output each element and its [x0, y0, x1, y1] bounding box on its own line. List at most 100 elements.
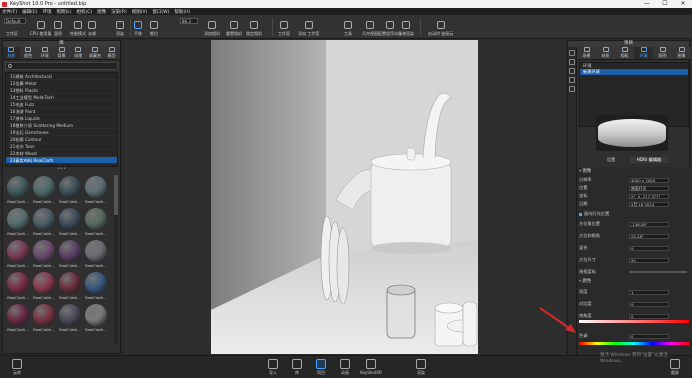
material-thumbnail[interactable]: RealCloth...	[31, 207, 57, 239]
material-thumbnail[interactable]: RealCloth...	[5, 175, 31, 207]
tab-textures[interactable]: 纹理	[70, 47, 87, 59]
menu-file[interactable]: 文件(F)	[2, 9, 17, 15]
hue-gradient[interactable]	[579, 341, 689, 345]
material-thumbnail[interactable]: RealCloth...	[31, 175, 57, 207]
tab-camera[interactable]: 相机	[615, 47, 634, 59]
hdri-preview[interactable]	[596, 115, 668, 151]
tree-item[interactable]: 19宝石 Gemstones	[6, 129, 117, 136]
tab-material[interactable]: 材质	[596, 47, 615, 59]
material-thumbnail[interactable]: RealCloth...	[57, 239, 83, 271]
prop-value[interactable]: 4000 x 2000	[629, 177, 669, 183]
tree-item[interactable]: 20轮廓 Contour	[6, 136, 117, 143]
menu-edit[interactable]: 编辑(E)	[22, 9, 37, 15]
tree-item[interactable]: 18散射介质 Scattering Medium	[6, 122, 117, 129]
tree-item[interactable]: 15毛皮 Fuzz	[6, 101, 117, 108]
maximize-button[interactable]: ☐	[656, 0, 674, 8]
section-color[interactable]: 颜色	[579, 279, 687, 285]
tree-item-selected[interactable]: 新建环境	[580, 69, 688, 75]
reset-camera-button[interactable]: 重置相机	[226, 17, 242, 37]
scrollbar-thumb[interactable]	[114, 175, 118, 215]
pan-button[interactable]: 推拉	[150, 17, 158, 37]
menu-window[interactable]: 窗口(W)	[152, 9, 169, 15]
lock-camera-button[interactable]: 锁定相机	[246, 17, 262, 37]
rotate-button[interactable]: 平移	[134, 17, 142, 37]
material-thumbnail[interactable]: RealCloth...	[57, 303, 83, 335]
side-tool-icon[interactable]	[569, 68, 575, 74]
material-thumbnail[interactable]: RealCloth...	[83, 207, 109, 239]
tree-item[interactable]: 11建筑 Architectural	[6, 73, 117, 80]
add-studio-button[interactable]: 添加 工作室	[298, 17, 319, 37]
material-thumbnail[interactable]: RealCloth...	[31, 239, 57, 271]
tab-environment[interactable]: 环境	[634, 47, 653, 59]
side-tool-icon[interactable]	[569, 77, 575, 83]
studio-button[interactable]: 工作室	[278, 17, 290, 37]
subtab-hdri-editor[interactable]: HDRI 编辑器	[630, 157, 668, 163]
prop-value[interactable]: 1	[629, 289, 669, 295]
menu-render[interactable]: 渲染(R)	[111, 9, 127, 15]
tools-button[interactable]: 工具	[344, 17, 352, 37]
tree-item[interactable]: 12金属 Metal	[6, 80, 117, 87]
side-tool-icon[interactable]	[569, 59, 575, 65]
animation-button[interactable]: 动画	[336, 359, 354, 376]
saturation-gradient[interactable]	[579, 319, 689, 323]
render-mode-button[interactable]: 渲染	[116, 17, 124, 37]
menu-view[interactable]: 视图(V)	[132, 9, 148, 15]
prop-value[interactable]: 0	[629, 313, 669, 319]
prop-value[interactable]: -136.58°	[629, 221, 669, 227]
prop-value[interactable]: 5月 16 2024	[629, 201, 669, 207]
splitter-handle[interactable]: •••	[3, 167, 120, 172]
material-thumbnail[interactable]: RealCloth...	[5, 271, 31, 303]
material-thumbnail[interactable]: RealCloth...	[57, 207, 83, 239]
material-thumbnail[interactable]: RealCloth...	[83, 271, 109, 303]
tab-lighting[interactable]: 照明	[653, 47, 672, 59]
spectral-render-button[interactable]: 光谱渲染	[398, 17, 414, 37]
subtab-settings[interactable]: 设置	[592, 157, 630, 163]
tab-colors[interactable]: 颜色	[20, 47, 37, 59]
add-camera-button[interactable]: 添加相机	[204, 17, 220, 37]
menu-image[interactable]: 图像	[97, 9, 106, 15]
prop-value[interactable]: 55.28°	[629, 233, 669, 239]
tab-favorites[interactable]: 收藏夹	[87, 47, 104, 59]
render-scene[interactable]	[211, 40, 478, 354]
tree-item[interactable]: 13塑料 Plastic	[6, 87, 117, 94]
prop-value[interactable]: 0	[629, 333, 669, 339]
geometry-view-button[interactable]: 几何视图	[362, 17, 378, 37]
tree-item[interactable]: 22木材 Wood	[6, 150, 117, 157]
section-image[interactable]: 图像	[579, 169, 687, 175]
pause-button[interactable]: 暂停	[54, 17, 62, 37]
keyshotxr-button[interactable]: KeyShotXR	[360, 359, 382, 375]
material-thumbnail[interactable]: RealCloth...	[57, 271, 83, 303]
close-button[interactable]: ✕	[674, 0, 692, 8]
tab-image[interactable]: 图像	[672, 47, 691, 59]
library-button[interactable]: 库	[288, 359, 306, 376]
project-button[interactable]: 项目	[312, 359, 330, 376]
material-thumbnail[interactable]: RealCloth...	[83, 239, 109, 271]
menu-camera[interactable]: 相机(C)	[77, 9, 93, 15]
workspace-button[interactable]: 工作区	[6, 17, 18, 37]
cpu-usage-button[interactable]: CPU 使用量	[30, 17, 51, 37]
prop-value[interactable]: 0	[629, 245, 669, 251]
material-thumbnail[interactable]: RealCloth...	[5, 239, 31, 271]
hue-gradient-bar[interactable]	[579, 342, 689, 345]
cloud-link-button[interactable]: 启动时 链接云	[428, 17, 453, 37]
prop-value[interactable]: 0	[629, 301, 669, 307]
material-thumbnail[interactable]: RealCloth...	[31, 303, 57, 335]
material-thumbnail[interactable]: RealCloth...	[83, 303, 109, 335]
prop-slider[interactable]	[629, 271, 687, 273]
library-search-input[interactable]	[5, 62, 118, 70]
import-button[interactable]: 导入	[264, 359, 282, 376]
menu-lighting[interactable]: 照明(L)	[56, 9, 71, 15]
prop-value[interactable]: 曲面灯光	[629, 185, 669, 191]
side-tool-icon[interactable]	[569, 50, 575, 56]
menu-help[interactable]: 帮助(H)	[174, 9, 190, 15]
denoise-button[interactable]: 去噪	[88, 17, 96, 37]
material-thumbnail[interactable]: RealCloth...	[5, 207, 31, 239]
material-thumbnail[interactable]: RealCloth...	[83, 175, 109, 207]
menu-environment[interactable]: 环境	[42, 9, 51, 15]
tab-scene[interactable]: 场景	[577, 47, 596, 59]
saturation-gradient-bar[interactable]	[579, 320, 689, 323]
render-button[interactable]: 渲染	[412, 359, 430, 376]
tree-item[interactable]: 14工业模型 Mold-Tech	[6, 94, 117, 101]
material-thumbnail[interactable]: RealCloth...	[57, 175, 83, 207]
cloud-library-button[interactable]: 云库	[8, 359, 26, 376]
